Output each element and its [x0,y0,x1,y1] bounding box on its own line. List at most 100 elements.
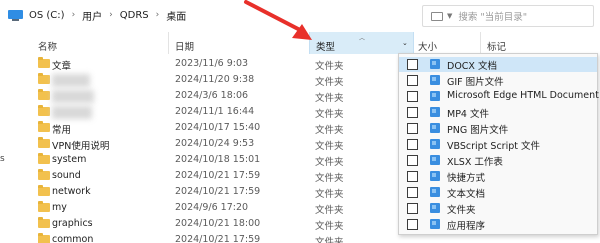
file-type-icon [430,219,440,229]
address-toolbar: OS (C:) › 用户 › QDRS › 桌面 ▼ 搜索 "当前目录" [0,0,600,30]
file-type: 文件夹 [315,205,344,216]
file-row[interactable]: 2024/3/6 18:06 文件夹 [0,88,420,104]
file-row[interactable]: sound 2024/10/21 17:59 文件夹 [0,168,420,184]
folder-icon [38,185,50,196]
filter-option-gif[interactable]: GIF 图片文件 [399,73,597,88]
filter-checkbox[interactable] [407,75,418,86]
file-type-icon [430,59,440,69]
file-row[interactable]: common 2024/10/21 17:59 文件夹 [0,232,420,243]
filter-checkbox[interactable] [407,219,418,230]
folder-icon [38,105,50,116]
address-bar[interactable]: OS (C:) › 用户 › QDRS › 桌面 [0,4,420,26]
filter-option-shortcut[interactable]: 快捷方式 [399,169,597,184]
folder-icon [38,57,50,68]
filter-checkbox[interactable] [407,59,418,70]
file-type: 文件夹 [315,77,344,88]
file-date: 2023/11/6 9:03 [175,58,249,69]
file-type: 文件夹 [315,157,344,168]
filter-checkbox[interactable] [407,139,418,150]
breadcrumb-users[interactable]: 用户 [82,8,102,23]
file-name: my [52,202,67,213]
file-date: 2024/9/6 17:20 [175,202,249,213]
filter-option-label: 快捷方式 [447,173,486,184]
file-date: 2024/3/6 18:06 [175,90,249,101]
filter-option-application[interactable]: 应用程序 [399,217,597,232]
file-type: 文件夹 [315,141,344,152]
file-name: 文章 [52,61,72,72]
file-date: 2024/10/21 17:59 [175,186,261,197]
filter-option-html[interactable]: Microsoft Edge HTML Document [399,89,599,104]
breadcrumb-drive[interactable]: OS (C:) [29,10,65,21]
file-type: 文件夹 [315,173,344,184]
filter-option-vbscript[interactable]: VBScript Script 文件 [399,137,597,152]
file-row[interactable]: 文章 2023/11/6 9:03 文件夹 [0,56,420,72]
file-type: 文件夹 [315,93,344,104]
column-header-date[interactable]: 日期 [175,39,194,53]
filter-option-mp4[interactable]: MP4 文件 [399,105,597,120]
breadcrumb-separator-icon[interactable]: › [109,10,113,20]
filter-option-label: PNG 图片文件 [447,125,509,136]
file-type-icon [430,75,440,85]
file-date: 2024/10/24 9:53 [175,138,255,149]
file-type: 文件夹 [315,189,344,200]
file-row[interactable]: my 2024/9/6 17:20 文件夹 [0,200,420,216]
file-row[interactable]: graphics 2024/10/21 18:00 文件夹 [0,216,420,232]
filter-checkbox[interactable] [407,123,418,134]
left-pane-fragment: s [0,154,5,164]
filter-checkbox[interactable] [407,91,418,102]
type-filter-menu: DOCX 文档 GIF 图片文件 Microsoft Edge HTML Doc… [398,53,599,235]
file-name: VPN使用说明 [52,141,110,152]
column-header-size[interactable]: 大小 [418,39,437,53]
file-type: 文件夹 [315,237,344,243]
folder-icon [38,217,50,228]
redacted-name [52,90,94,103]
filter-checkbox[interactable] [407,155,418,166]
file-row[interactable]: network 2024/10/21 17:59 文件夹 [0,184,420,200]
file-row[interactable]: 常用 2024/10/17 15:40 文件夹 [0,120,420,136]
breadcrumb-separator-icon[interactable]: › [156,10,160,20]
file-row[interactable]: 2024/11/1 16:44 文件夹 [0,104,420,120]
folder-icon [38,89,50,100]
file-date: 2024/10/17 15:40 [175,122,261,133]
search-scope-icon[interactable] [431,11,443,21]
filter-option-label: GIF 图片文件 [447,77,504,88]
filter-option-folder[interactable]: 文件夹 [399,201,597,216]
file-name: common [52,234,94,243]
filter-checkbox[interactable] [407,187,418,198]
column-header-tags[interactable]: 标记 [487,39,506,53]
search-input[interactable]: ▼ 搜索 "当前目录" [422,5,594,27]
filter-option-docx[interactable]: DOCX 文档 [399,57,597,72]
file-row[interactable]: VPN使用说明 2024/10/24 9:53 文件夹 [0,136,420,152]
file-date: 2024/10/21 18:00 [175,218,261,229]
filter-option-label: 文本文档 [447,189,486,200]
filter-checkbox[interactable] [407,107,418,118]
filter-dropdown-icon[interactable]: ⌄ [402,39,408,47]
file-row[interactable]: s system 2024/10/18 15:01 文件夹 [0,152,420,168]
file-type: 文件夹 [315,221,344,232]
sort-caret-icon: ︿ [359,35,366,42]
chevron-down-icon[interactable]: ▼ [447,12,452,20]
filter-checkbox[interactable] [407,203,418,214]
filter-option-png[interactable]: PNG 图片文件 [399,121,597,136]
file-date: 2024/10/21 17:59 [175,234,261,243]
breadcrumb-user[interactable]: QDRS [120,10,149,21]
column-divider[interactable] [480,32,481,54]
filter-checkbox[interactable] [407,171,418,182]
filter-option-label: VBScript Script 文件 [447,141,540,152]
breadcrumb-desktop[interactable]: 桌面 [166,8,186,23]
filter-option-label: Microsoft Edge HTML Document [447,90,599,101]
file-date: 2024/11/20 9:38 [175,74,255,85]
filter-option-text[interactable]: 文本文档 [399,185,597,200]
file-type: 文件夹 [315,125,344,136]
filter-option-xlsx[interactable]: XLSX 工作表 [399,153,597,168]
column-header-type[interactable]: ︿ 类型 ⌄ [309,32,414,54]
column-divider[interactable] [168,32,169,54]
column-header-type-label: 类型 [316,42,336,53]
folder-icon [38,73,50,84]
file-row[interactable]: 2024/11/20 9:38 文件夹 [0,72,420,88]
column-header-name[interactable]: 名称 [38,39,57,53]
breadcrumb-separator-icon[interactable]: › [72,10,76,20]
redacted-name [52,106,92,119]
file-type: 文件夹 [315,61,344,72]
file-type-icon [430,139,440,149]
